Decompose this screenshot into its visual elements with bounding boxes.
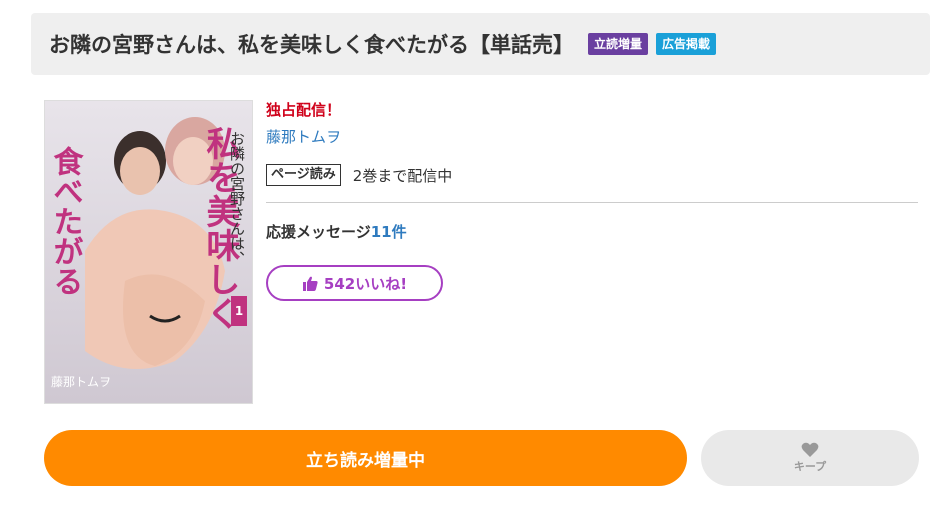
keep-button[interactable]: キープ (701, 430, 919, 486)
support-label: 応援メッセージ (266, 223, 371, 241)
exclusive-label: 独占配信！ (266, 101, 342, 119)
badge-preview-extended: 立読増量 (588, 33, 649, 55)
page-title: お隣の宮野さんは、私を美味しく食べたがる【単話売】 (49, 33, 574, 57)
cover-author: 藤那トムヲ (51, 375, 111, 389)
heart-icon (801, 442, 819, 457)
like-count: 542いいね! (323, 274, 408, 293)
keep-label: キープ (793, 460, 827, 473)
page-read-tag: ページ読み (266, 164, 341, 186)
author-link[interactable]: 藤那トムヲ (266, 127, 918, 147)
trial-read-label: 立ち読み増量中 (306, 450, 425, 471)
cover-title-small: お隣の宮野さんは、 (228, 131, 246, 266)
trial-read-button[interactable]: 立ち読み増量中 (44, 430, 687, 486)
divider (266, 202, 918, 203)
page-read-row: ページ読み 2巻まで配信中 (266, 164, 918, 186)
thumbs-up-icon (302, 276, 318, 291)
like-button[interactable]: 542いいね! (266, 265, 443, 301)
book-info: 独占配信！ 藤那トムヲ ページ読み 2巻まで配信中 応援メッセージ11件 542… (266, 100, 918, 301)
title-bar: お隣の宮野さんは、私を美味しく食べたがる【単話売】 立読増量 広告掲載 (31, 13, 930, 75)
support-messages[interactable]: 応援メッセージ11件 (266, 222, 918, 242)
distribution-status: 2巻まで配信中 (352, 166, 453, 185)
cover-image[interactable]: 食べたがる 私を美味しく お隣の宮野さんは、 1 藤那トムヲ (44, 100, 253, 404)
cover-volume: 1 (235, 304, 243, 318)
cover-title-large-left: 食べたがる (48, 145, 84, 296)
badge-advertised: 広告掲載 (656, 33, 717, 55)
support-count[interactable]: 11件 (371, 223, 407, 241)
